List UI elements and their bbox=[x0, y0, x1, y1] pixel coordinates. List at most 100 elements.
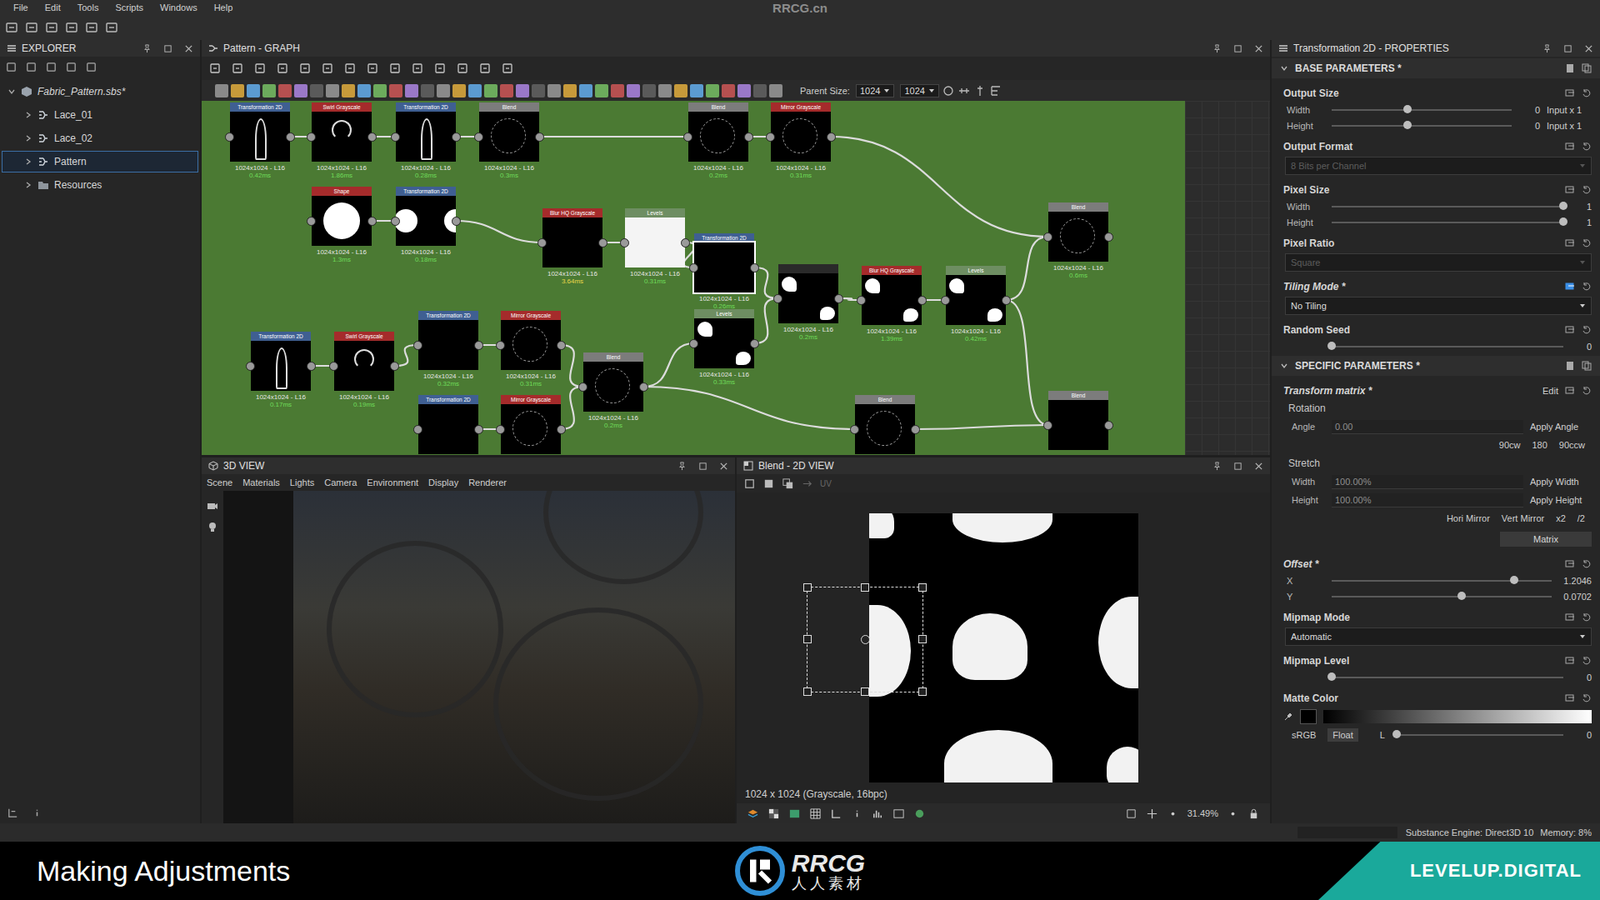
inherit-icon[interactable] bbox=[1565, 141, 1575, 152]
reset-icon[interactable] bbox=[1581, 238, 1592, 249]
light-icon[interactable] bbox=[205, 520, 220, 535]
refresh-icon[interactable] bbox=[25, 60, 38, 74]
node-type-icon[interactable] bbox=[626, 84, 640, 98]
menu-item[interactable]: Tools bbox=[69, 2, 108, 13]
output-port[interactable] bbox=[367, 132, 377, 142]
info-icon[interactable] bbox=[275, 61, 290, 75]
graph-node[interactable]: Mirror Grayscale1024x1024 - L160.31ms bbox=[770, 102, 831, 180]
output-port[interactable] bbox=[306, 361, 316, 371]
node-type-icon[interactable] bbox=[310, 84, 324, 98]
camera-icon[interactable] bbox=[205, 499, 220, 513]
wire[interactable] bbox=[1005, 300, 1049, 425]
slider-value[interactable]: 1.2046 bbox=[1563, 575, 1592, 586]
tree-item[interactable]: Fabric_Pattern.sbs* bbox=[1, 80, 199, 103]
graph-frame[interactable]: Transformation 2D1024x1024 - L160.42msSw… bbox=[201, 100, 1185, 455]
transform-gizmo[interactable] bbox=[806, 586, 924, 693]
inherit-icon[interactable] bbox=[1565, 88, 1575, 99]
output-port[interactable] bbox=[910, 425, 920, 435]
node-type-icon[interactable] bbox=[341, 84, 355, 98]
node-type-icon[interactable] bbox=[769, 84, 783, 98]
reset-icon[interactable] bbox=[1581, 141, 1592, 152]
route-icon[interactable] bbox=[433, 61, 447, 75]
upload-icon[interactable] bbox=[45, 60, 58, 74]
wire[interactable] bbox=[560, 386, 584, 430]
matrix-button[interactable]: Matrix bbox=[1500, 531, 1592, 547]
tree-item[interactable]: Lace_02 bbox=[1, 127, 199, 150]
float-icon[interactable] bbox=[1563, 44, 1573, 54]
graph-node[interactable]: Mirror Grayscale bbox=[500, 395, 561, 455]
node-type-icon[interactable] bbox=[468, 84, 482, 98]
frame-icon[interactable] bbox=[208, 61, 222, 75]
layout-icon[interactable] bbox=[6, 806, 20, 820]
slider-knob[interactable] bbox=[1457, 591, 1466, 600]
slider-value[interactable]: 0.0702 bbox=[1563, 591, 1592, 602]
node-type-icon[interactable] bbox=[658, 84, 672, 98]
close-icon[interactable] bbox=[719, 461, 729, 471]
apply-button[interactable]: Apply Height bbox=[1530, 495, 1592, 505]
graph-node[interactable]: Blend1024x1024 - L160.6ms bbox=[1048, 202, 1109, 280]
gizmo-handle[interactable] bbox=[803, 583, 812, 592]
graph-node[interactable]: Blur HQ Grayscale1024x1024 - L161.39ms bbox=[861, 265, 922, 343]
zoom-in-icon[interactable] bbox=[1226, 807, 1240, 820]
expand-arrow-icon[interactable] bbox=[24, 134, 33, 143]
gizmo-handle[interactable] bbox=[918, 583, 927, 592]
input-port[interactable] bbox=[537, 238, 547, 248]
node-type-icon[interactable] bbox=[515, 84, 530, 98]
graph-node[interactable]: Levels1024x1024 - L160.31ms bbox=[625, 208, 685, 285]
graph-canvas[interactable]: Transformation 2D1024x1024 - L160.42msSw… bbox=[201, 100, 1270, 455]
slider-track[interactable] bbox=[1396, 734, 1564, 736]
inherit-icon[interactable] bbox=[1565, 281, 1575, 292]
node-type-icon[interactable] bbox=[642, 84, 656, 98]
graph-node[interactable]: Blur HQ Grayscale1024x1024 - L163.64ms bbox=[542, 208, 603, 285]
slider-value[interactable]: 0 bbox=[1575, 672, 1592, 683]
copy-icon[interactable] bbox=[1581, 63, 1592, 74]
refresh-icon[interactable] bbox=[455, 61, 470, 75]
info-icon[interactable] bbox=[850, 807, 864, 820]
transform-button[interactable]: Vert Mirror bbox=[1501, 513, 1545, 524]
zoom-out-icon[interactable] bbox=[1166, 807, 1180, 820]
graph-background[interactable] bbox=[1185, 100, 1270, 455]
graph-node[interactable]: Levels1024x1024 - L160.33ms bbox=[694, 309, 755, 386]
redo-icon[interactable] bbox=[105, 20, 119, 35]
input-port[interactable] bbox=[773, 294, 783, 304]
tree-item[interactable]: Lace_01 bbox=[1, 104, 199, 126]
node-type-icon[interactable] bbox=[246, 84, 260, 98]
wire[interactable] bbox=[754, 267, 779, 299]
inherit-icon[interactable] bbox=[1565, 693, 1575, 704]
pan-icon[interactable] bbox=[1145, 807, 1159, 820]
view-menu-item[interactable]: Display bbox=[428, 477, 459, 488]
wire[interactable] bbox=[1005, 236, 1049, 300]
node-type-icon[interactable] bbox=[389, 84, 403, 98]
graph-node[interactable]: Transformation 2D1024x1024 - L160.26ms bbox=[694, 233, 755, 310]
view-menu-item[interactable]: Environment bbox=[366, 477, 419, 488]
reset-icon[interactable] bbox=[1581, 325, 1592, 335]
slider-track[interactable] bbox=[1331, 125, 1512, 127]
output-port[interactable] bbox=[535, 132, 545, 142]
slider-value[interactable]: 0 bbox=[1575, 341, 1592, 352]
transform-button[interactable]: Hori Mirror bbox=[1446, 513, 1490, 524]
graph-node[interactable]: Shape1024x1024 - L161.3ms bbox=[311, 186, 372, 264]
node-type-icon[interactable] bbox=[500, 84, 514, 98]
input-port[interactable] bbox=[856, 295, 866, 305]
pin-icon[interactable] bbox=[142, 44, 152, 54]
close-icon[interactable] bbox=[184, 44, 194, 54]
node-type-icon[interactable] bbox=[262, 84, 276, 98]
pin-icon[interactable] bbox=[677, 461, 687, 471]
edit-button[interactable]: Edit bbox=[1542, 385, 1559, 396]
camera-icon[interactable] bbox=[253, 61, 267, 75]
wire[interactable] bbox=[643, 343, 695, 387]
output-port[interactable] bbox=[1104, 420, 1114, 430]
graph-node[interactable]: Blend1024x1024 - L160.2ms bbox=[583, 352, 644, 430]
3d-viewport[interactable] bbox=[293, 490, 735, 824]
slider-track[interactable] bbox=[1331, 221, 1564, 224]
lock-icon[interactable] bbox=[1247, 807, 1260, 820]
input-port[interactable] bbox=[413, 340, 423, 350]
output-port[interactable] bbox=[917, 295, 927, 305]
dropdown[interactable]: No Tiling bbox=[1285, 296, 1592, 315]
reset-icon[interactable] bbox=[1581, 693, 1592, 704]
preset-icon[interactable] bbox=[1565, 360, 1575, 371]
input-port[interactable] bbox=[765, 132, 775, 142]
input-port[interactable] bbox=[474, 132, 484, 142]
input-port[interactable] bbox=[495, 425, 505, 435]
graph-node[interactable]: Transformation 2D1024x1024 - L160.28ms bbox=[395, 102, 456, 180]
